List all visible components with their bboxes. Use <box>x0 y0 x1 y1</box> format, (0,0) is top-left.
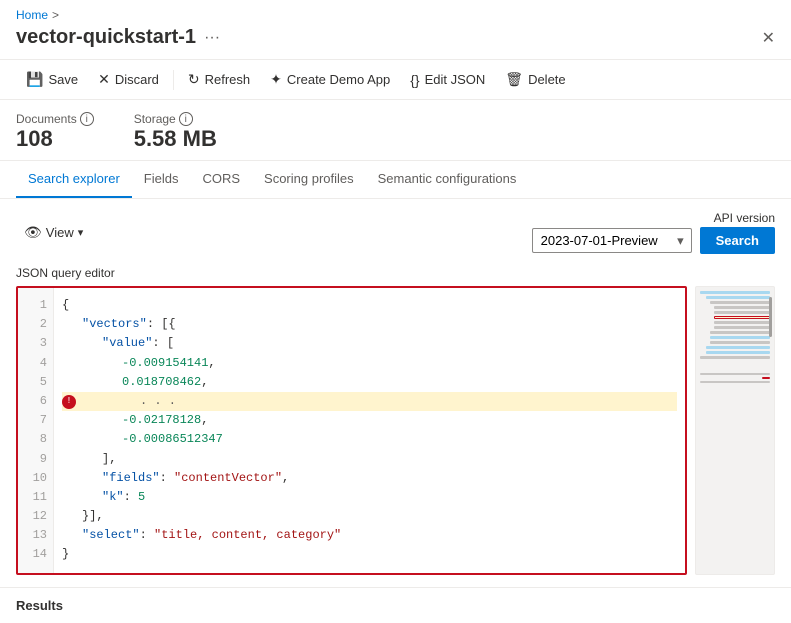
code-line-11: "k": 5 <box>62 488 677 507</box>
documents-value: 108 <box>16 126 94 152</box>
view-button[interactable]: 👁 View ▾ <box>16 219 91 246</box>
chevron-down-icon: ▾ <box>78 226 84 239</box>
api-version-area: API version 2023-07-01-Preview 2021-04-3… <box>532 211 775 254</box>
code-line-4: -0.009154141, <box>62 354 677 373</box>
delete-icon: 🗑 <box>505 71 523 88</box>
error-marker: ! <box>62 395 76 409</box>
toolbar: 💾 Save ✕ Discard ↻ Refresh ✦ Create Demo… <box>0 60 791 100</box>
editor-container: 1 2 3 4 5 6 7 8 9 10 11 12 13 14 { <box>16 286 775 575</box>
code-line-7: -0.02178128, <box>62 411 677 430</box>
delete-button[interactable]: 🗑 Delete <box>495 66 575 93</box>
more-options-icon[interactable]: ··· <box>204 29 220 47</box>
tab-semantic-configurations[interactable]: Semantic configurations <box>366 161 529 198</box>
breadcrumb: Home > <box>16 8 775 22</box>
code-editor[interactable]: 1 2 3 4 5 6 7 8 9 10 11 12 13 14 { <box>16 286 687 575</box>
documents-info-icon[interactable]: i <box>80 112 94 126</box>
results-bar: Results <box>0 587 791 623</box>
storage-stat: Storage i 5.58 MB <box>134 112 217 152</box>
breadcrumb-home[interactable]: Home <box>16 8 48 22</box>
code-line-2: "vectors": [{ <box>62 315 677 334</box>
code-line-13: "select": "title, content, category" <box>62 526 677 545</box>
json-icon: {} <box>410 72 419 88</box>
close-button[interactable]: ✕ <box>762 28 775 48</box>
nav-tabs: Search explorer Fields CORS Scoring prof… <box>0 161 791 199</box>
code-line-14: } <box>62 545 677 564</box>
save-button[interactable]: 💾 Save <box>16 66 88 93</box>
refresh-icon: ↻ <box>188 71 200 88</box>
api-version-select[interactable]: 2023-07-01-Preview 2021-04-30-Preview 20… <box>532 228 692 253</box>
api-version-label: API version <box>714 211 775 225</box>
code-line-6: ! . . . <box>62 392 677 411</box>
minimap <box>695 286 775 575</box>
code-line-10: "fields": "contentVector", <box>62 469 677 488</box>
create-demo-app-button[interactable]: ✦ Create Demo App <box>260 66 400 93</box>
tab-search-explorer[interactable]: Search explorer <box>16 161 132 198</box>
search-button[interactable]: Search <box>700 227 775 254</box>
storage-info-icon[interactable]: i <box>179 112 193 126</box>
results-label: Results <box>16 598 63 613</box>
tab-scoring-profiles[interactable]: Scoring profiles <box>252 161 366 198</box>
line-numbers: 1 2 3 4 5 6 7 8 9 10 11 12 13 14 <box>18 288 54 573</box>
page-title: vector-quickstart-1 <box>16 26 196 49</box>
minimap-scrollbar[interactable] <box>769 297 772 337</box>
code-line-3: "value": [ <box>62 334 677 353</box>
tab-fields[interactable]: Fields <box>132 161 191 198</box>
tab-cors[interactable]: CORS <box>190 161 252 198</box>
discard-icon: ✕ <box>98 71 110 88</box>
demo-icon: ✦ <box>270 71 282 88</box>
save-icon: 💾 <box>26 71 43 88</box>
stats-bar: Documents i 108 Storage i 5.58 MB <box>0 100 791 161</box>
code-line-8: -0.00086512347 <box>62 430 677 449</box>
storage-value: 5.58 MB <box>134 126 217 152</box>
editor-label: JSON query editor <box>16 266 775 280</box>
code-line-9: ], <box>62 450 677 469</box>
code-line-1: { <box>62 296 677 315</box>
code-content: { "vectors": [{ "value": [ -0.009154141,… <box>54 288 685 573</box>
discard-button[interactable]: ✕ Discard <box>88 66 169 93</box>
edit-json-button[interactable]: {} Edit JSON <box>400 67 495 93</box>
breadcrumb-separator: > <box>52 8 59 22</box>
eye-icon: 👁 <box>24 224 42 241</box>
code-line-5: 0.018708462, <box>62 373 677 392</box>
refresh-button[interactable]: ↻ Refresh <box>178 66 260 93</box>
code-line-12: }], <box>62 507 677 526</box>
documents-stat: Documents i 108 <box>16 112 94 152</box>
